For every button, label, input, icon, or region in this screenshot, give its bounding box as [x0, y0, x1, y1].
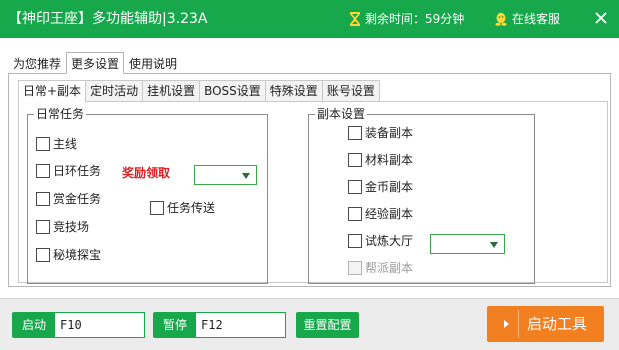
checkbox-box — [150, 201, 164, 215]
checkbox-box — [348, 207, 362, 221]
button-divider — [518, 310, 519, 338]
reward-claim-select[interactable] — [194, 165, 257, 185]
tab-account-settings[interactable]: 账号设置 — [321, 80, 380, 102]
checkbox-box — [348, 180, 362, 194]
tab-timed-events[interactable]: 定时活动 — [85, 80, 143, 102]
hourglass-icon — [350, 12, 360, 26]
dungeon-settings-title: 副本设置 — [315, 107, 368, 121]
close-icon[interactable] — [594, 11, 608, 25]
guild-dungeon-checkbox: 帮派副本 — [348, 260, 413, 276]
online-service-link[interactable]: 在线客服 — [494, 11, 560, 27]
title-bar: 【神印王座】多功能辅助|3.23A 剩余时间：59分钟 在线客服 — [0, 0, 619, 38]
pause-hotkey-input[interactable]: F12 — [195, 312, 286, 338]
main-line-checkbox[interactable]: 主线 — [36, 136, 77, 152]
main-tab-strip: 为您推荐 更多设置 使用说明 — [8, 52, 182, 74]
main-line-label: 主线 — [53, 137, 78, 151]
checkbox-box — [36, 220, 50, 234]
launch-tool-label: 启动工具 — [527, 315, 588, 333]
launch-tool-button[interactable]: 启动工具 — [487, 306, 604, 342]
gold-dungeon-checkbox[interactable]: 金币副本 — [348, 179, 413, 195]
online-service-text: 在线客服 — [512, 12, 561, 26]
qq-icon — [495, 12, 507, 26]
trial-hall-checkbox[interactable]: 试炼大厅 — [348, 233, 413, 249]
checkbox-box — [348, 261, 362, 275]
checkbox-box — [36, 192, 50, 206]
daily-loop-label: 日环任务 — [53, 164, 102, 178]
arena-checkbox[interactable]: 竞技场 — [36, 219, 89, 235]
play-icon — [504, 320, 509, 328]
chevron-down-icon — [490, 242, 498, 248]
checkbox-box — [348, 126, 362, 140]
checkbox-box — [348, 234, 362, 248]
reset-config-button[interactable]: 重置配置 — [296, 312, 359, 338]
remaining-time-text: 剩余时间：59分钟 — [365, 12, 465, 26]
sub-tab-strip: 日常+副本 定时活动 挂机设置 BOSS设置 特殊设置 账号设置 — [18, 80, 380, 102]
dungeon-settings-group: 副本设置 — [308, 107, 535, 284]
tab-more-settings[interactable]: 更多设置 — [66, 52, 125, 74]
task-teleport-label: 任务传送 — [167, 201, 216, 215]
daily-tasks-title: 日常任务 — [34, 107, 87, 121]
equipment-dungeon-label: 装备副本 — [365, 126, 414, 140]
material-dungeon-label: 材料副本 — [365, 153, 414, 167]
checkbox-box — [348, 153, 362, 167]
app-title: 【神印王座】多功能辅助|3.23A — [8, 11, 208, 27]
experience-dungeon-checkbox[interactable]: 经验副本 — [348, 206, 413, 222]
start-button[interactable]: 启动 — [12, 312, 56, 338]
arena-label: 竞技场 — [53, 220, 90, 234]
secret-realm-checkbox[interactable]: 秘境探宝 — [36, 247, 101, 263]
bounty-task-label: 赏金任务 — [53, 192, 102, 206]
equipment-dungeon-checkbox[interactable]: 装备副本 — [348, 125, 413, 141]
bounty-task-checkbox[interactable]: 赏金任务 — [36, 191, 101, 207]
checkbox-box — [36, 164, 50, 178]
gold-dungeon-label: 金币副本 — [365, 180, 414, 194]
secret-realm-label: 秘境探宝 — [53, 248, 102, 262]
task-teleport-checkbox[interactable]: 任务传送 — [150, 200, 215, 216]
reward-claim-label: 奖励领取 — [122, 166, 171, 180]
trial-hall-label: 试炼大厅 — [365, 234, 414, 248]
tab-afk-settings[interactable]: 挂机设置 — [142, 80, 200, 102]
tab-special-settings[interactable]: 特殊设置 — [264, 80, 322, 102]
checkbox-box — [36, 248, 50, 262]
tab-boss-settings[interactable]: BOSS设置 — [199, 80, 265, 102]
start-hotkey-input[interactable]: F10 — [54, 312, 145, 338]
daily-loop-checkbox[interactable]: 日环任务 — [36, 163, 101, 179]
chevron-down-icon — [242, 173, 250, 179]
remaining-time: 剩余时间：59分钟 — [349, 11, 464, 27]
trial-hall-select[interactable] — [430, 234, 505, 254]
checkbox-box — [36, 137, 50, 151]
guild-dungeon-label: 帮派副本 — [365, 261, 414, 275]
tab-recommend[interactable]: 为您推荐 — [8, 52, 66, 74]
pause-button[interactable]: 暂停 — [153, 312, 197, 338]
tab-instructions[interactable]: 使用说明 — [124, 52, 182, 74]
tab-daily-dungeon[interactable]: 日常+副本 — [18, 80, 86, 102]
material-dungeon-checkbox[interactable]: 材料副本 — [348, 152, 413, 168]
experience-dungeon-label: 经验副本 — [365, 207, 414, 221]
